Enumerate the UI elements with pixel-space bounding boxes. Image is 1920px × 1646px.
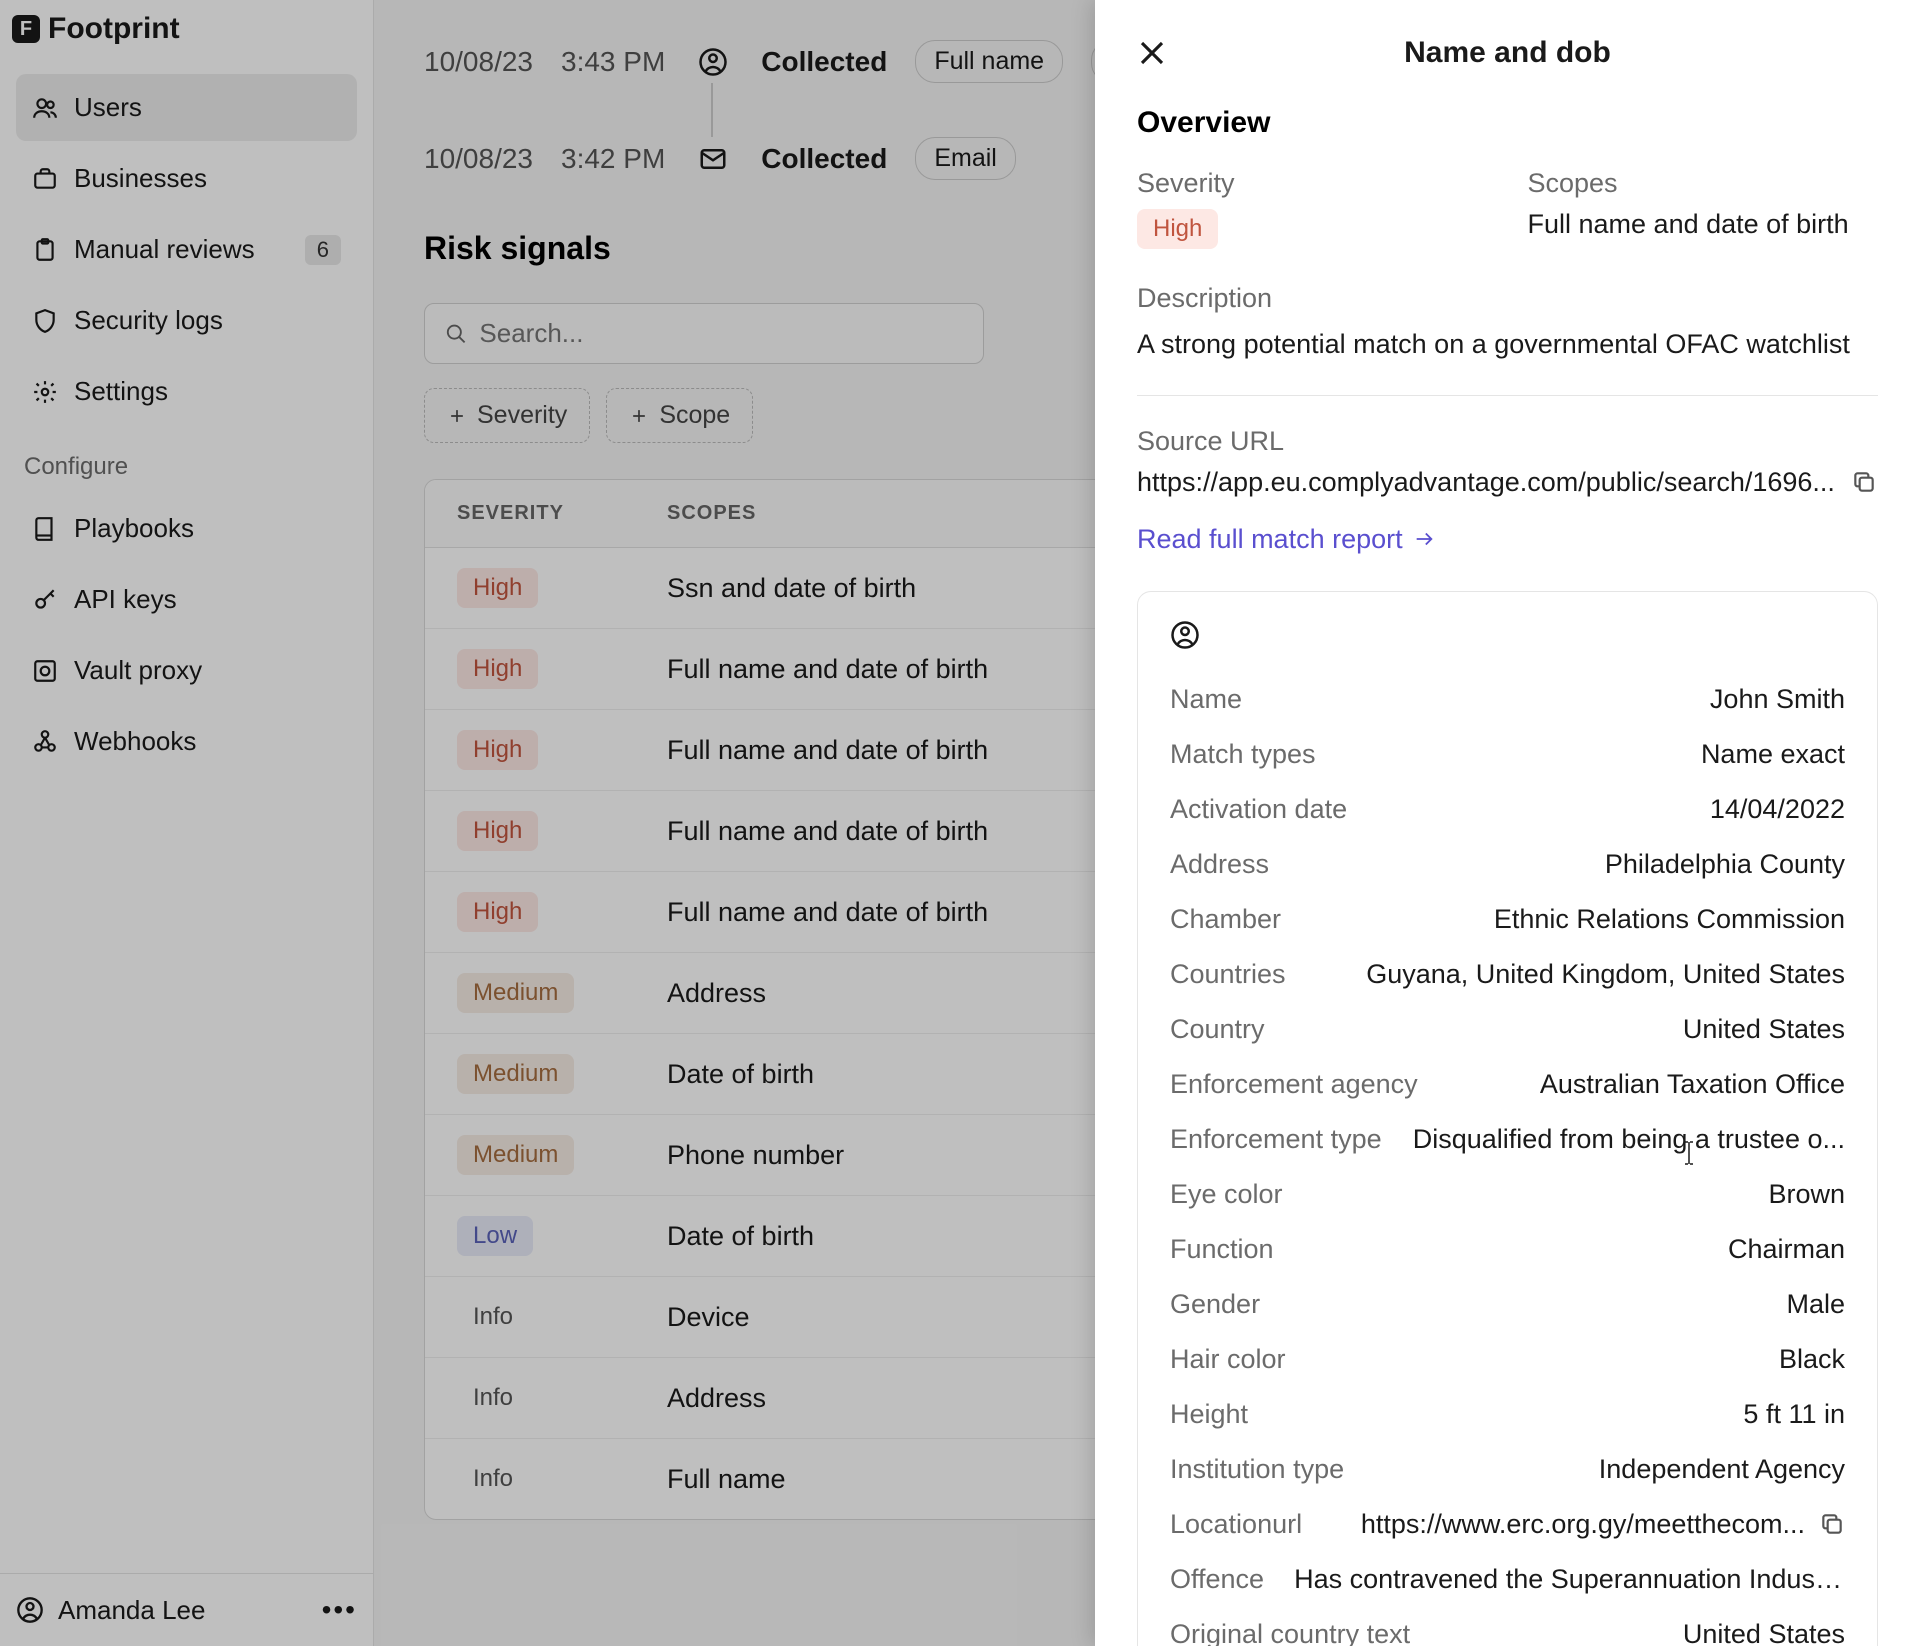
detail-value: Brown bbox=[1768, 1179, 1845, 1210]
full-report-link[interactable]: Read full match report bbox=[1137, 524, 1878, 555]
detail-value-wrapper: https://www.erc.org.gy/meetthecom... bbox=[1361, 1509, 1845, 1540]
detail-value: Independent Agency bbox=[1599, 1454, 1845, 1485]
severity-badge: High bbox=[1137, 209, 1218, 249]
detail-label: Offence bbox=[1170, 1564, 1264, 1595]
detail-row: Function Chairman bbox=[1170, 1222, 1845, 1277]
divider bbox=[1137, 395, 1878, 396]
detail-label: Enforcement type bbox=[1170, 1124, 1382, 1155]
detail-label: Countries bbox=[1170, 959, 1286, 990]
detail-value: 5 ft 11 in bbox=[1743, 1399, 1845, 1430]
scopes-label: Scopes bbox=[1528, 168, 1879, 199]
detail-row: Match types Name exact bbox=[1170, 727, 1845, 782]
source-url-block: Source URL https://app.eu.complyadvantag… bbox=[1137, 426, 1878, 498]
detail-label: Address bbox=[1170, 849, 1269, 880]
detail-label: Eye color bbox=[1170, 1179, 1283, 1210]
detail-row: Name John Smith bbox=[1170, 672, 1845, 727]
detail-row: Chamber Ethnic Relations Commission bbox=[1170, 892, 1845, 947]
detail-row: Enforcement type Disqualified from being … bbox=[1170, 1112, 1845, 1167]
description-text: A strong potential match on a government… bbox=[1137, 324, 1878, 365]
description-label: Description bbox=[1137, 283, 1878, 314]
source-url-label: Source URL bbox=[1137, 426, 1878, 457]
detail-row: Locationurl https://www.erc.org.gy/meetth… bbox=[1170, 1497, 1845, 1552]
detail-label: Locationurl bbox=[1170, 1509, 1302, 1540]
detail-row: Gender Male bbox=[1170, 1277, 1845, 1332]
arrow-right-icon bbox=[1413, 528, 1435, 550]
scopes-value: Full name and date of birth bbox=[1528, 209, 1879, 240]
detail-value: Chairman bbox=[1728, 1234, 1845, 1265]
detail-label: Country bbox=[1170, 1014, 1265, 1045]
match-detail-card: Name John Smith Match types Name exact Activ… bbox=[1137, 591, 1878, 1646]
copy-icon[interactable] bbox=[1819, 1511, 1845, 1537]
detail-label: Function bbox=[1170, 1234, 1274, 1265]
detail-label: Gender bbox=[1170, 1289, 1260, 1320]
severity-label: Severity bbox=[1137, 168, 1488, 199]
drawer-title: Name and dob bbox=[1167, 36, 1878, 70]
detail-value: Black bbox=[1779, 1344, 1845, 1375]
detail-row: Countries Guyana, United Kingdom, United … bbox=[1170, 947, 1845, 1002]
detail-row: Institution type Independent Agency bbox=[1170, 1442, 1845, 1497]
detail-value: United States bbox=[1683, 1619, 1845, 1646]
user-circle-icon bbox=[1170, 620, 1200, 650]
detail-drawer: Name and dob Overview Severity High Scop… bbox=[1095, 0, 1920, 1646]
detail-value: 14/04/2022 bbox=[1710, 794, 1845, 825]
detail-label: Match types bbox=[1170, 739, 1316, 770]
detail-value: https://www.erc.org.gy/meetthecom... bbox=[1361, 1509, 1805, 1540]
detail-value: Ethnic Relations Commission bbox=[1494, 904, 1845, 935]
detail-row: Activation date 14/04/2022 bbox=[1170, 782, 1845, 837]
detail-label: Hair color bbox=[1170, 1344, 1286, 1375]
detail-row: Original country text United States bbox=[1170, 1607, 1845, 1646]
detail-value: Has contravened the Superannuation Indus… bbox=[1294, 1564, 1845, 1595]
detail-value: Name exact bbox=[1701, 739, 1845, 770]
detail-label: Original country text bbox=[1170, 1619, 1410, 1646]
detail-row: Enforcement agency Australian Taxation Of… bbox=[1170, 1057, 1845, 1112]
detail-value: Male bbox=[1786, 1289, 1845, 1320]
detail-value: Philadelphia County bbox=[1605, 849, 1845, 880]
detail-row: Offence Has contravened the Superannuatio… bbox=[1170, 1552, 1845, 1607]
detail-value: Australian Taxation Office bbox=[1540, 1069, 1845, 1100]
overview-heading: Overview bbox=[1137, 106, 1878, 140]
detail-label: Enforcement agency bbox=[1170, 1069, 1418, 1100]
detail-label: Institution type bbox=[1170, 1454, 1344, 1485]
detail-value: Disqualified from being a trustee o... bbox=[1413, 1124, 1845, 1155]
copy-icon[interactable] bbox=[1851, 469, 1877, 495]
detail-label: Name bbox=[1170, 684, 1242, 715]
close-icon[interactable] bbox=[1137, 38, 1167, 68]
detail-row: Address Philadelphia County bbox=[1170, 837, 1845, 892]
detail-label: Activation date bbox=[1170, 794, 1347, 825]
detail-label: Chamber bbox=[1170, 904, 1281, 935]
detail-row: Hair color Black bbox=[1170, 1332, 1845, 1387]
detail-value: John Smith bbox=[1710, 684, 1845, 715]
detail-label: Height bbox=[1170, 1399, 1248, 1430]
detail-row: Country United States bbox=[1170, 1002, 1845, 1057]
detail-value: United States bbox=[1683, 1014, 1845, 1045]
source-url-value: https://app.eu.complyadvantage.com/publi… bbox=[1137, 467, 1835, 498]
overview-grid: Severity High Scopes Full name and date … bbox=[1137, 168, 1878, 249]
detail-row: Eye color Brown bbox=[1170, 1167, 1845, 1222]
description-block: Description A strong potential match on … bbox=[1137, 283, 1878, 365]
report-link-label: Read full match report bbox=[1137, 524, 1403, 555]
detail-row: Height 5 ft 11 in bbox=[1170, 1387, 1845, 1442]
detail-value: Guyana, United Kingdom, United States bbox=[1366, 959, 1845, 990]
drawer-header: Name and dob bbox=[1137, 36, 1878, 70]
